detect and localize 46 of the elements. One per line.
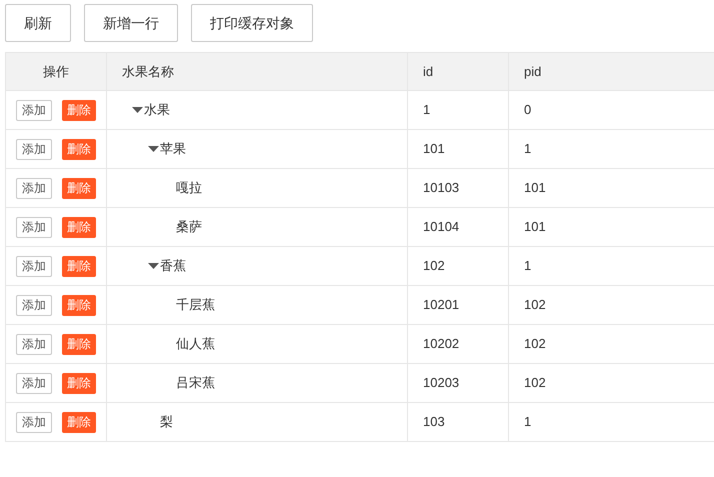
pid-cell-text: 102 bbox=[524, 296, 546, 314]
fruit-name: 千层蕉 bbox=[176, 296, 215, 314]
id-cell-text: 10103 bbox=[423, 179, 460, 198]
id-cell-text: 10202 bbox=[423, 335, 460, 354]
id-cell-text: 101 bbox=[423, 140, 445, 158]
fruit-name: 香蕉 bbox=[160, 257, 186, 276]
fruit-name: 仙人蕉 bbox=[176, 335, 215, 354]
toolbar-button[interactable]: 刷新 bbox=[5, 4, 71, 42]
column-header: id bbox=[408, 53, 509, 90]
fruit-name: 吕宋蕉 bbox=[176, 374, 215, 392]
id-cell-text: 102 bbox=[423, 257, 445, 276]
add-button[interactable]: 添加 bbox=[16, 256, 52, 276]
id-cell-text: 103 bbox=[423, 413, 445, 432]
pid-cell-text: 102 bbox=[524, 374, 546, 392]
pid-cell-text: 102 bbox=[524, 335, 546, 354]
add-button[interactable]: 添加 bbox=[16, 178, 52, 198]
pid-cell-text: 1 bbox=[524, 257, 532, 276]
pid-cell-text: 0 bbox=[524, 101, 532, 120]
pid-cell-text: 1 bbox=[524, 413, 532, 432]
column-header: 操作 bbox=[6, 53, 107, 90]
expand-triangle-icon[interactable] bbox=[147, 262, 160, 270]
id-cell-text: 10201 bbox=[423, 296, 460, 314]
expand-triangle-icon[interactable] bbox=[131, 106, 144, 114]
fruit-name: 嘎拉 bbox=[176, 179, 202, 198]
add-button[interactable]: 添加 bbox=[16, 294, 52, 316]
pid-cell-text: 1 bbox=[524, 140, 532, 158]
add-button[interactable]: 添加 bbox=[16, 138, 52, 160]
add-button[interactable]: 添加 bbox=[16, 216, 52, 238]
expand-triangle-icon[interactable] bbox=[147, 145, 160, 153]
id-cell-text: 10104 bbox=[423, 218, 460, 236]
toolbar-button[interactable]: 新增一行 bbox=[84, 4, 178, 42]
fruit-name: 桑萨 bbox=[176, 218, 202, 236]
add-button[interactable]: 添加 bbox=[16, 334, 52, 354]
add-button[interactable]: 添加 bbox=[16, 412, 52, 432]
pid-cell-text: 101 bbox=[524, 218, 546, 236]
column-header: 水果名称 bbox=[107, 53, 408, 90]
pid-cell-text: 101 bbox=[524, 179, 546, 198]
add-button[interactable]: 添加 bbox=[16, 372, 52, 394]
add-button[interactable]: 添加 bbox=[16, 100, 52, 120]
column-header: pid bbox=[523, 62, 542, 81]
fruit-name: 梨 bbox=[160, 413, 173, 432]
id-cell-text: 10203 bbox=[423, 374, 460, 392]
fruit-name: 水果 bbox=[144, 101, 170, 120]
fruit-name: 苹果 bbox=[160, 140, 186, 158]
toolbar-button[interactable]: 打印缓存对象 bbox=[191, 4, 313, 42]
id-cell-text: 1 bbox=[423, 101, 430, 120]
